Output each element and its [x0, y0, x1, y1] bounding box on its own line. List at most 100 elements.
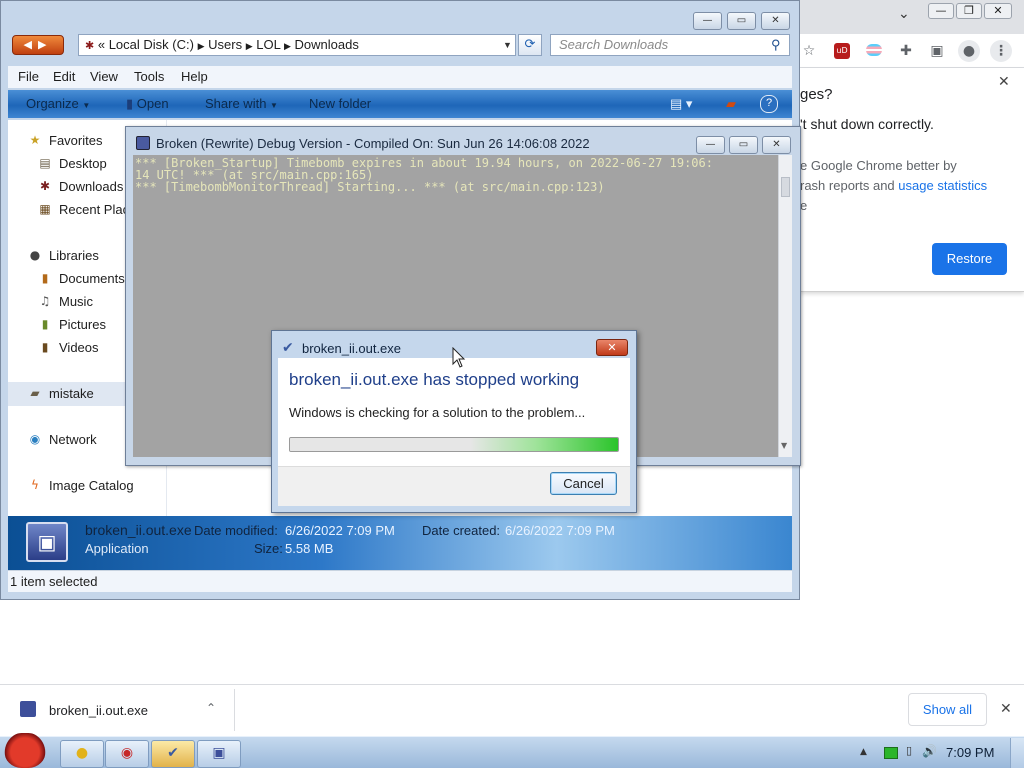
restore-window-button[interactable]: ❐	[956, 3, 982, 19]
nav-mistake[interactable]: mistake	[49, 386, 94, 401]
breadcrumb-separator-icon[interactable]: ▶	[246, 41, 253, 51]
close-window-button[interactable]: ✕	[762, 136, 791, 154]
restore-message: 't shut down correctly.	[800, 116, 934, 132]
close-icon[interactable]: ✕	[1000, 701, 1012, 717]
chrome-icon: ◉	[120, 745, 134, 761]
console-app-icon	[136, 136, 150, 150]
breadcrumb-separator-icon[interactable]: ▶	[198, 41, 205, 51]
pictures-icon: ▮	[41, 317, 49, 331]
download-filename[interactable]: broken_ii.out.exe	[49, 703, 148, 718]
tab-search-icon[interactable]: ⌄	[898, 6, 910, 22]
forward-arrow-icon[interactable]: ▶	[38, 38, 52, 51]
minimize-button[interactable]: —	[928, 3, 954, 19]
status-bar: 1 item selected	[8, 570, 792, 592]
close-icon: ✕	[607, 341, 617, 354]
back-arrow-icon[interactable]: ◀	[24, 38, 38, 51]
profile-icon[interactable]: ●	[958, 40, 980, 62]
menu-tools[interactable]: Tools	[134, 69, 164, 84]
dialog-message: Windows is checking for a solution to th…	[289, 405, 586, 420]
app-icon: ✔	[282, 340, 294, 356]
menu-view[interactable]: View	[90, 69, 118, 84]
help-icon[interactable]: ?	[760, 95, 778, 113]
details-type: Application	[85, 541, 149, 556]
documents-icon: ▮	[41, 271, 49, 285]
minimize-button[interactable]: —	[693, 12, 722, 30]
cancel-button[interactable]: Cancel	[550, 472, 617, 495]
clock[interactable]: 7:09 PM	[946, 745, 994, 760]
search-input[interactable]: Search Downloads ⚲	[550, 34, 790, 56]
nav-libraries[interactable]: Libraries	[49, 248, 99, 263]
date-modified-label: Date modified:	[194, 523, 278, 538]
puzzle-icon[interactable]: ✚	[897, 42, 915, 60]
nav-downloads[interactable]: Downloads	[59, 179, 123, 194]
organize-button[interactable]: Organize ▼	[26, 96, 90, 111]
close-icon[interactable]: ✕	[998, 74, 1010, 90]
breadcrumb-local-disk[interactable]: Local Disk (C:)	[109, 37, 194, 52]
restore-detail-text: rash reports and	[800, 178, 899, 193]
close-window-button[interactable]: ✕	[761, 12, 790, 30]
menu-help[interactable]: Help	[181, 69, 208, 84]
breadcrumb-downloads[interactable]: Downloads	[295, 37, 359, 52]
nav-pictures[interactable]: Pictures	[59, 317, 106, 332]
search-icon[interactable]: ⚲	[771, 35, 781, 55]
chevron-up-icon[interactable]: ⌃	[206, 701, 216, 715]
date-created-label: Date created:	[422, 523, 501, 538]
nav-recent-places[interactable]: Recent Plac	[59, 202, 129, 217]
refresh-button[interactable]: ⟳	[518, 34, 542, 56]
show-hidden-icons-icon[interactable]: ▲	[860, 747, 867, 757]
scroll-down-icon[interactable]: ▼	[781, 441, 787, 450]
libraries-icon: ●	[29, 248, 41, 262]
menu-edit[interactable]: Edit	[53, 69, 75, 84]
back-forward-buttons[interactable]: ◀▶	[12, 35, 64, 55]
maximize-button[interactable]: ▭	[727, 12, 756, 30]
open-button[interactable]: ▮ Open	[126, 96, 169, 112]
dialog-close-button[interactable]: ✕	[596, 339, 628, 356]
preview-pane-icon[interactable]: ▰	[726, 96, 736, 112]
taskbar-explorer-button[interactable]: ●	[60, 740, 104, 768]
show-desktop-button[interactable]	[1010, 738, 1024, 768]
nav-desktop[interactable]: Desktop	[59, 156, 107, 171]
extension-flag-icon[interactable]	[866, 44, 882, 56]
close-window-button[interactable]: ✕	[984, 3, 1012, 19]
network-icon[interactable]: ▯	[906, 744, 912, 757]
nav-favorites[interactable]: Favorites	[49, 133, 102, 148]
new-folder-button[interactable]: New folder	[309, 96, 371, 111]
application-icon: ▣	[26, 522, 68, 562]
nav-documents[interactable]: Documents	[59, 271, 125, 286]
show-all-button[interactable]: Show all	[908, 693, 987, 726]
address-bar[interactable]: ✱ « Local Disk (C:) ▶ Users ▶ LOL ▶ Down…	[78, 34, 516, 56]
menu-file[interactable]: File	[18, 69, 39, 84]
nav-network[interactable]: Network	[49, 432, 97, 447]
breadcrumb-overflow[interactable]: «	[98, 37, 105, 52]
star-icon[interactable]: ☆	[800, 42, 818, 60]
sidepanel-icon[interactable]: ▣	[928, 42, 946, 60]
breadcrumb-lol[interactable]: LOL	[256, 37, 280, 52]
breadcrumb-users[interactable]: Users	[208, 37, 242, 52]
view-options-icon[interactable]: ▤ ▾	[670, 96, 692, 112]
battery-icon[interactable]	[884, 747, 898, 759]
menu-bar: File Edit View Tools Help	[8, 66, 792, 88]
console-scrollbar[interactable]: ▼	[778, 155, 792, 457]
usage-statistics-link[interactable]: usage statistics	[898, 178, 987, 193]
dialog-title: broken_ii.out.exe	[302, 341, 402, 356]
maximize-button[interactable]: ▭	[729, 136, 758, 154]
extension-ud-icon[interactable]: uD	[834, 43, 850, 59]
volume-icon[interactable]: 🔊	[922, 744, 937, 758]
address-dropdown-icon[interactable]: ▼	[503, 35, 512, 55]
restore-button[interactable]: Restore	[932, 243, 1007, 275]
nav-music[interactable]: Music	[59, 294, 93, 309]
taskbar-chrome-button[interactable]: ◉	[105, 740, 149, 768]
mouse-cursor-icon	[452, 347, 466, 368]
start-button[interactable]	[4, 733, 46, 768]
taskbar-console-button[interactable]: ▣	[197, 740, 241, 768]
music-icon: ♫	[39, 294, 51, 308]
folder-icon: ✱	[85, 40, 95, 52]
nav-image-catalog[interactable]: Image Catalog	[49, 478, 134, 493]
share-with-button[interactable]: Share with ▼	[205, 96, 278, 111]
breadcrumb-separator-icon[interactable]: ▶	[284, 41, 291, 51]
minimize-button[interactable]: —	[696, 136, 725, 154]
menu-icon[interactable]: ⋮	[990, 40, 1012, 62]
nav-videos[interactable]: Videos	[59, 340, 99, 355]
scroll-thumb[interactable]	[781, 177, 790, 197]
taskbar-error-report-button[interactable]: ✔	[151, 740, 195, 768]
